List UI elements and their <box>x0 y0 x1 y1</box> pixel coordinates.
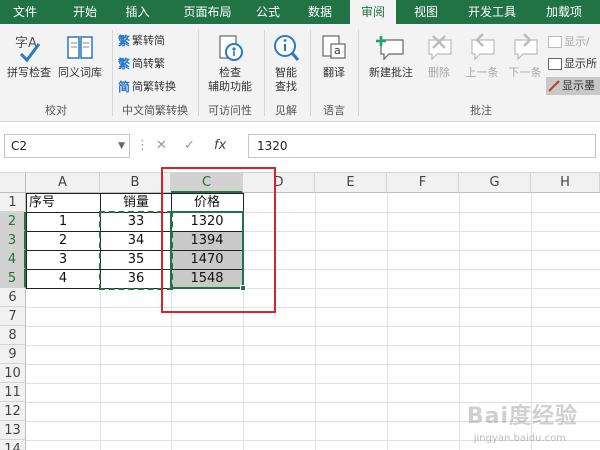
tab-developer[interactable]: 开发工具 <box>456 0 528 24</box>
delete-comment-button[interactable]: 删除 <box>420 32 458 80</box>
tab-addins[interactable]: 加载项 <box>534 0 594 24</box>
cancel-icon[interactable]: ✕ <box>156 134 167 158</box>
cell-A5[interactable]: 4 <box>27 269 99 288</box>
accessibility-icon <box>214 32 246 64</box>
row-header-3[interactable]: 3 <box>0 231 26 250</box>
row-header-7[interactable]: 7 <box>0 307 26 326</box>
ribbon-separator <box>198 30 199 116</box>
tab-formulas[interactable]: 公式 <box>248 0 288 24</box>
show-hide-comment-icon <box>548 36 562 48</box>
show-all-comments-button[interactable]: 显示所 <box>548 55 597 73</box>
column-header-F[interactable]: F <box>387 173 459 193</box>
show-all-comments-icon <box>548 58 562 70</box>
column-header-G[interactable]: G <box>459 173 531 193</box>
gridline <box>26 345 600 346</box>
column-header-H[interactable]: H <box>531 173 600 193</box>
spell-check-button[interactable]: 字A 拼写检查 <box>4 32 54 80</box>
row-header-11[interactable]: 11 <box>0 383 26 402</box>
row-header-10[interactable]: 10 <box>0 364 26 383</box>
watermark-url: jingyan.baidu.com <box>473 433 566 444</box>
formula-bar-buttons: ⋮ ✕ ✓ fx <box>134 134 244 158</box>
group-label-chinese: 中文简繁转换 <box>122 104 188 117</box>
ribbon-separator <box>310 30 311 116</box>
worksheet-grid[interactable]: A B C D E F G H 1 2 3 4 5 6 7 8 9 10 11 … <box>0 167 600 450</box>
new-comment-icon <box>375 32 407 64</box>
gridline <box>26 383 600 384</box>
info-search-icon <box>270 32 302 64</box>
previous-comment-button[interactable]: 上一条 <box>460 32 504 80</box>
gridline <box>26 326 600 327</box>
show-ink-button[interactable]: 显示墨 <box>546 77 600 95</box>
ink-icon <box>548 80 560 92</box>
ribbon-separator <box>358 30 359 116</box>
row-header-6[interactable]: 6 <box>0 288 26 307</box>
row-header-12[interactable]: 12 <box>0 402 26 421</box>
new-comment-button[interactable]: 新建批注 <box>362 32 420 80</box>
convert-icon: 简 <box>118 80 131 94</box>
delete-comment-icon <box>423 32 455 64</box>
book-icon <box>64 32 96 64</box>
group-label-insights: 见解 <box>275 104 297 117</box>
row-header-2[interactable]: 2 <box>0 212 26 231</box>
row-header-1[interactable]: 1 <box>0 193 26 212</box>
chevron-down-icon[interactable]: ▼ <box>118 135 125 157</box>
smart-lookup-button[interactable]: 智能 查找 <box>266 32 306 94</box>
tab-view[interactable]: 视图 <box>404 0 448 24</box>
formula-input[interactable]: 1320 <box>248 134 596 158</box>
ribbon-separator <box>264 30 265 116</box>
tab-insert[interactable]: 插入 <box>115 0 160 24</box>
column-header-E[interactable]: E <box>315 173 387 193</box>
tab-data[interactable]: 数据 <box>300 0 340 24</box>
ribbon-tab-bar: 文件 开始 插入 页面布局 公式 数据 审阅 视图 开发工具 加载项 <box>0 0 600 24</box>
check-accessibility-button[interactable]: 检查 辅助功能 <box>200 32 260 94</box>
select-all-corner[interactable] <box>0 173 26 193</box>
spell-check-icon: 字A <box>13 32 45 64</box>
next-comment-button[interactable]: 下一条 <box>504 32 546 80</box>
watermark-logo: Bai度经验 <box>466 404 578 429</box>
insert-function-icon[interactable]: fx <box>214 134 226 158</box>
gridline <box>26 364 600 365</box>
annotation-highlight <box>161 167 276 313</box>
row-header-4[interactable]: 4 <box>0 250 26 269</box>
enter-check-icon[interactable]: ✓ <box>184 134 195 158</box>
row-header-5[interactable]: 5 <box>0 269 26 288</box>
to-simplified-button[interactable]: 繁简转繁 <box>118 55 165 73</box>
row-header-14[interactable]: 14 <box>0 440 26 450</box>
previous-comment-icon <box>466 32 498 64</box>
cell-A4[interactable]: 3 <box>27 250 99 269</box>
cell-A2[interactable]: 1 <box>27 212 99 231</box>
row-header-8[interactable]: 8 <box>0 326 26 345</box>
group-label-proofing: 校对 <box>45 104 67 117</box>
more-dots-icon: ⋮ <box>136 138 149 153</box>
column-header-A[interactable]: A <box>26 173 100 193</box>
cell-A3[interactable]: 2 <box>27 231 99 250</box>
tab-review[interactable]: 审阅 <box>350 0 396 24</box>
tab-page-layout[interactable]: 页面布局 <box>170 0 245 24</box>
row-header-13[interactable]: 13 <box>0 421 26 440</box>
show-hide-comment-button[interactable]: 显示/ <box>548 33 590 51</box>
ribbon-separator <box>112 30 113 116</box>
ribbon-review: 字A 拼写检查 同义词库 校对 繁繁转简 繁简转繁 简简繁转换 中文简繁转换 检… <box>0 24 600 122</box>
translate-icon: a <box>318 32 350 64</box>
row-header-9[interactable]: 9 <box>0 345 26 364</box>
tab-home[interactable]: 开始 <box>60 0 110 24</box>
gridline <box>26 307 600 308</box>
thesaurus-button[interactable]: 同义词库 <box>54 32 106 80</box>
simplified-icon: 繁 <box>118 57 131 71</box>
cell-A1[interactable]: 序号 <box>27 193 99 212</box>
to-traditional-button[interactable]: 繁繁转简 <box>118 32 165 50</box>
traditional-icon: 繁 <box>118 34 131 48</box>
convert-chinese-button[interactable]: 简简繁转换 <box>118 78 176 96</box>
group-label-language: 语言 <box>323 104 345 117</box>
next-comment-icon <box>509 32 541 64</box>
group-label-comments: 批注 <box>470 104 492 117</box>
tab-file[interactable]: 文件 <box>0 0 50 24</box>
formula-bar: C2 ▼ ⋮ ✕ ✓ fx 1320 <box>0 122 600 172</box>
translate-button[interactable]: a 翻译 <box>314 32 354 80</box>
group-label-accessibility: 可访问性 <box>208 104 252 117</box>
name-box[interactable]: C2 ▼ <box>4 134 130 158</box>
